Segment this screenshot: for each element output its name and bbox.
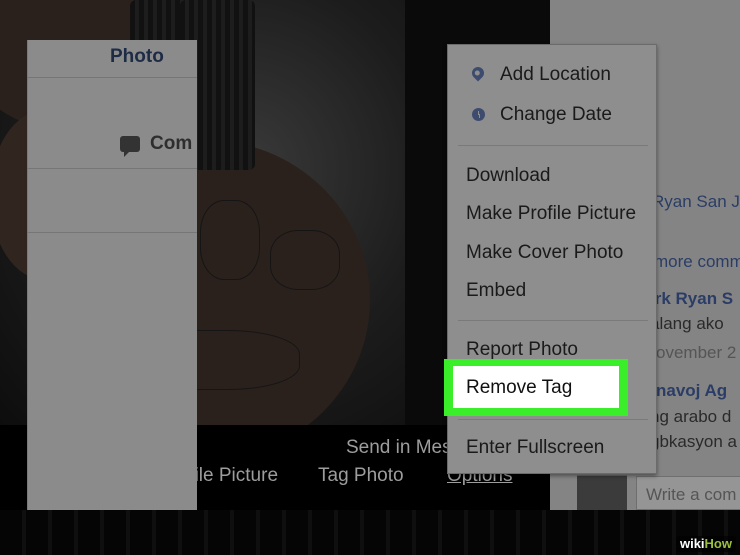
menu-item-make-cover-photo[interactable]: Make Cover Photo [466,242,623,264]
menu-item-report-photo[interactable]: Report Photo [466,339,578,361]
clock-icon [472,108,485,121]
comment-label[interactable]: Com [150,133,192,155]
menu-divider [458,419,648,420]
menu-divider [458,145,648,146]
menu-divider [458,320,648,321]
filmstrip [0,510,740,555]
more-comments-link[interactable]: more comm [654,252,740,272]
tagged-name[interactable]: Ryan San J [652,192,740,212]
tattoo-shape [200,200,260,280]
divider [27,77,197,78]
tag-photo-link[interactable]: Tag Photo [318,465,404,487]
comments-card [27,40,197,510]
commenter-name[interactable]: irk Ryan S [650,289,733,309]
comment-icon [120,136,140,157]
write-comment-placeholder: Write a com [646,485,737,504]
comment-date[interactable]: ovember 2 [656,343,736,363]
menu-item-download[interactable]: Download [466,165,551,187]
avatar [577,475,627,510]
watermark-how: How [704,536,732,551]
divider [27,232,197,233]
tattoo-shape [270,230,340,290]
comment-text: alang ako [650,314,724,333]
menu-item-embed[interactable]: Embed [466,280,526,302]
watermark-wiki: wiki [679,536,705,551]
wikihow-watermark: wikiHow [675,536,736,552]
menu-item-change-date[interactable]: Change Date [500,104,612,126]
comment-text: ng arabo d [650,407,732,426]
menu-item-remove-tag[interactable]: Remove Tag [466,377,572,399]
location-pin-icon [469,64,487,82]
tab-photo[interactable]: Photo [110,46,164,68]
menu-item-enter-fullscreen[interactable]: Enter Fullscreen [466,437,604,459]
menu-item-make-profile-picture[interactable]: Make Profile Picture [466,203,636,225]
commenter-name[interactable]: navoj Ag [656,381,727,401]
divider [27,168,197,169]
send-in-messenger-link[interactable]: Send in Mes [346,437,452,459]
menu-item-add-location[interactable]: Add Location [500,64,611,86]
comment-text: gbkasyon a [650,432,737,451]
